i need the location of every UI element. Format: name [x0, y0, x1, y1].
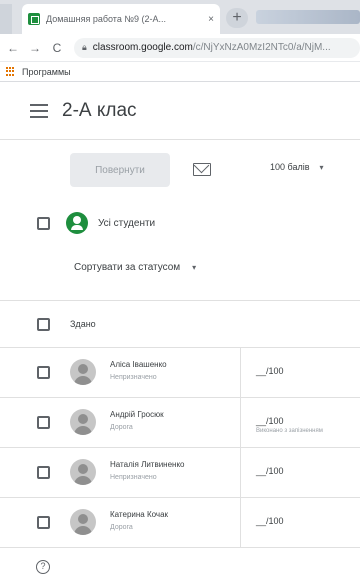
select-all-checkbox[interactable] [37, 216, 50, 230]
bookmarks-bar: Программы [0, 62, 360, 82]
points-value: 100 балів [270, 162, 310, 172]
avatar [70, 509, 96, 535]
student-name[interactable]: Наталія Литвиненко [110, 460, 185, 469]
student-status: Дорога [110, 424, 133, 431]
chevron-down-icon: ▾ [192, 263, 197, 272]
avatar [70, 409, 96, 435]
column-divider [240, 448, 241, 498]
grade-note: Виконано з запізненням [256, 428, 323, 434]
return-button[interactable]: Повернути [70, 153, 170, 187]
column-divider [240, 348, 241, 398]
tab-title: Домашняя работа №9 (2-А... [46, 14, 166, 24]
student-name[interactable]: Андрій Гросюк [110, 410, 164, 419]
student-status: Непризначено [110, 374, 157, 381]
column-divider [240, 498, 241, 548]
student-checkbox[interactable] [37, 516, 50, 529]
url-host: classroom.google.com [92, 42, 193, 53]
forward-arrow-icon[interactable]: → [26, 41, 44, 55]
table-row[interactable]: Андрій Гросюк Дорога __/100 Виконано з з… [0, 398, 360, 448]
back-arrow-icon[interactable]: ← [4, 41, 22, 55]
grading-toolbar: Повернути 100 балів ▾ [0, 140, 360, 200]
table-row[interactable]: Аліса Івашенко Непризначено __/100 [0, 348, 360, 398]
section-checkbox[interactable] [37, 317, 50, 331]
new-tab-button[interactable]: + [226, 8, 248, 28]
section-label: Здано [70, 319, 96, 329]
student-checkbox[interactable] [37, 466, 50, 479]
table-row[interactable]: Катерина Кочак Дорога __/100 [0, 498, 360, 548]
tab-close-icon[interactable]: × [208, 14, 214, 25]
sort-label: Сортувати за статусом [74, 262, 181, 273]
points-dropdown[interactable]: 100 балів ▾ [270, 162, 324, 172]
browser-toolbar: ← → C 🔒︎ classroom.google.com /c/NjYxNzA… [0, 34, 360, 62]
sort-dropdown[interactable]: Сортувати за статусом ▾ [74, 262, 196, 273]
avatar [70, 459, 96, 485]
chevron-down-icon: ▾ [319, 162, 324, 172]
reload-icon[interactable]: C [48, 41, 66, 55]
student-status: Дорога [110, 524, 133, 531]
grade-field[interactable]: __/100 [256, 366, 284, 376]
classroom-header: 2-А клас [0, 82, 360, 140]
student-checkbox[interactable] [37, 416, 50, 429]
table-row[interactable]: Наталія Литвиненко Непризначено __/100 [0, 448, 360, 498]
apps-grid-icon [6, 66, 16, 77]
column-divider [240, 398, 241, 448]
grade-field[interactable]: __/100 [256, 416, 284, 426]
browser-tab-active[interactable]: Домашняя работа №9 (2-А... × [22, 4, 220, 34]
browser-tab-strip: Домашняя работа №9 (2-А... × + [0, 0, 360, 34]
url-path: /c/NjYxNzA0MzI2NTc0/a/NjM... [192, 42, 331, 53]
avatar [70, 359, 96, 385]
page-title[interactable]: 2-А клас [62, 100, 137, 122]
help-icon[interactable]: ? [36, 560, 50, 574]
student-name[interactable]: Катерина Кочак [110, 510, 168, 519]
grade-field[interactable]: __/100 [256, 466, 284, 476]
all-students-row: Усі студенти [0, 200, 360, 246]
student-name[interactable]: Аліса Івашенко [110, 360, 167, 369]
classroom-favicon-icon [28, 13, 40, 25]
grade-field[interactable]: __/100 [256, 516, 284, 526]
section-header-turned-in: Здано [0, 300, 360, 348]
address-bar[interactable]: 🔒︎ classroom.google.com /c/NjYxNzA0MzI2N… [74, 37, 360, 58]
student-checkbox[interactable] [37, 366, 50, 379]
all-students-label: Усі студенти [98, 217, 156, 229]
previous-tab[interactable] [0, 4, 12, 34]
hamburger-menu-icon[interactable] [30, 103, 48, 118]
lock-icon: 🔒︎ [82, 42, 87, 52]
bookmark-apps[interactable]: Программы [22, 67, 71, 77]
group-icon [66, 212, 88, 234]
window-title-area [256, 10, 360, 24]
email-icon[interactable] [193, 163, 211, 176]
student-status: Непризначено [110, 474, 157, 481]
